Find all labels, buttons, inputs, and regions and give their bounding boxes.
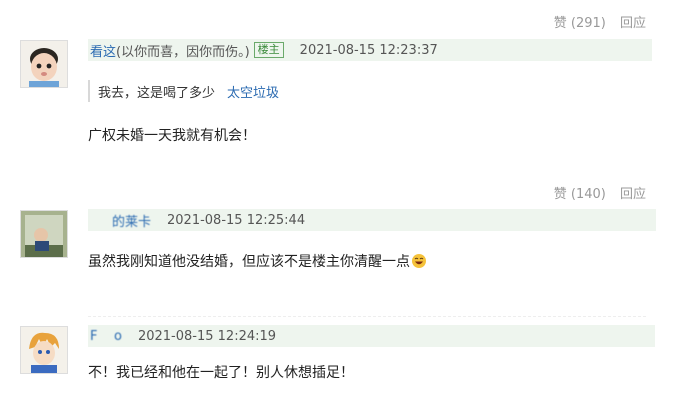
comment-3-author[interactable]: F o xyxy=(90,329,122,344)
comment-3-body: 不！我已经和他在一起了！别人休想插足！ xyxy=(88,365,354,381)
comment-2-body-text: 虽然我刚知道他没结婚，但应该不是楼主你清醒一点 xyxy=(88,254,410,270)
comment-1-header: 看这 (以你而喜，因你而伤。) 楼主 2021-08-15 12:23:37 xyxy=(88,39,652,61)
comment-2-header: 的莱卡 2021-08-15 12:25:44 xyxy=(88,209,656,231)
baby-avatar-image xyxy=(21,41,67,87)
comment-1-time: 2021-08-15 12:23:37 xyxy=(299,42,438,58)
child-window-avatar-image xyxy=(21,211,67,257)
comment-1-author-suffix: (以你而喜，因你而伤。) xyxy=(116,44,250,60)
comment-1-like-button[interactable]: 赞 (291) xyxy=(554,16,606,31)
comment-2-body: 虽然我刚知道他没结婚，但应该不是楼主你清醒一点 xyxy=(88,251,426,271)
comment-2-actions: 赞 (140) 回应 xyxy=(544,183,646,202)
comment-3-time: 2021-08-15 12:24:19 xyxy=(137,328,277,344)
comment-3-header: F o 2021-08-15 12:24:19 xyxy=(88,325,655,347)
comment-2-reply-button[interactable]: 回应 xyxy=(620,187,646,202)
comment-1-actions: 赞 (291) 回应 xyxy=(544,12,646,31)
comment-2-like-button[interactable]: 赞 (140) xyxy=(554,187,606,202)
quote-text: 我去，这是喝了多少 xyxy=(98,85,216,101)
divider xyxy=(88,316,646,317)
comment-1-body: 广权未婚一天我就有机会！ xyxy=(88,128,256,144)
anime-avatar-image xyxy=(21,327,67,373)
comment-1-avatar[interactable] xyxy=(20,40,68,88)
comment-1-reply-button[interactable]: 回应 xyxy=(620,16,646,31)
op-badge: 楼主 xyxy=(253,42,284,58)
comment-3-avatar[interactable] xyxy=(20,326,68,374)
comment-2-author[interactable]: 的莱卡 xyxy=(94,211,151,230)
comment-2-time: 2021-08-15 12:25:44 xyxy=(167,212,306,228)
quote-author-link[interactable]: 太空垃圾 xyxy=(227,82,279,101)
comment-2-avatar[interactable] xyxy=(20,210,68,258)
laughing-emoji-icon xyxy=(412,254,426,268)
comment-1-author[interactable]: 看这 xyxy=(90,41,116,60)
comment-1-quote: 我去，这是喝了多少 太空垃圾 xyxy=(88,80,279,102)
